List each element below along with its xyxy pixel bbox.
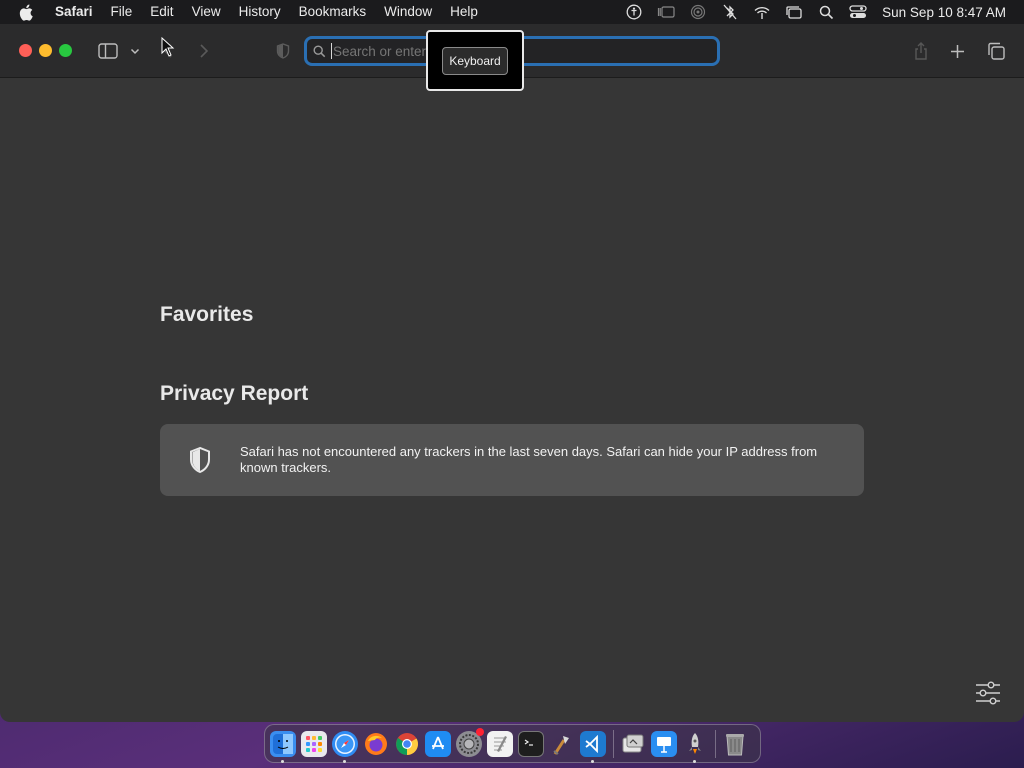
stage-manager-icon[interactable] [650,0,682,24]
app-store-icon[interactable] [425,730,451,757]
keyboard-tooltip: Keyboard [426,30,524,91]
tab-overview-icon[interactable] [985,38,1007,64]
dock-separator [715,729,716,758]
rocket-icon[interactable] [682,731,708,763]
privacy-report-card[interactable]: Safari has not encountered any trackers … [160,424,864,496]
mouse-pointer-icon [161,37,175,57]
airdrop-icon[interactable] [682,0,714,24]
menu-bookmarks[interactable]: Bookmarks [290,0,376,24]
menu-app-name[interactable]: Safari [46,0,102,24]
menu-window[interactable]: Window [375,0,441,24]
keynote-icon[interactable] [651,730,677,757]
finder-icon[interactable] [270,730,296,763]
toolbar: Keyboard [0,24,1024,91]
vscode-icon[interactable] [580,730,606,763]
spotlight-search-icon[interactable] [810,0,842,24]
preview-icon[interactable] [620,731,646,757]
launchpad-icon[interactable] [301,730,327,757]
menu-history[interactable]: History [230,0,290,24]
search-icon [313,44,327,58]
sidebar-toggle-icon[interactable] [96,38,120,64]
privacy-report-text: Safari has not encountered any trackers … [240,444,818,475]
customize-start-page-icon[interactable] [974,680,1002,706]
menu-clock[interactable]: Sun Sep 10 8:47 AM [882,5,1006,20]
dock [264,724,761,763]
menu-bar: Safari File Edit View History Bookmarks … [0,0,1024,24]
system-settings-icon[interactable] [456,727,484,757]
firefox-icon[interactable] [363,731,389,757]
textedit-icon[interactable] [487,730,513,757]
close-window-button[interactable] [19,44,32,57]
chrome-icon[interactable] [394,731,420,757]
trash-icon[interactable] [722,731,748,757]
minimize-window-button[interactable] [39,44,52,57]
favorites-heading: Favorites [160,303,254,326]
menu-file[interactable]: File [102,0,142,24]
apple-menu-icon[interactable] [19,0,35,24]
privacy-shield-icon [160,446,240,474]
status-area: Sun Sep 10 8:47 AM [618,0,1024,24]
dock-separator [613,729,614,758]
menu-view[interactable]: View [183,0,230,24]
tooltip-text: Keyboard [442,46,508,75]
screen-mirroring-icon[interactable] [778,0,810,24]
safari-icon[interactable] [332,730,358,763]
instruments-icon[interactable] [549,731,575,757]
safari-window: Keyboard Favorites Privacy Report Safari… [0,24,1024,722]
menu-edit[interactable]: Edit [141,0,182,24]
privacy-shield-icon[interactable] [273,38,293,64]
bluetooth-off-icon[interactable] [714,0,746,24]
zoom-window-button[interactable] [59,44,72,57]
chevron-down-icon[interactable] [128,38,142,64]
terminal-icon[interactable] [518,730,544,757]
wifi-icon[interactable] [746,0,778,24]
control-center-icon[interactable] [842,0,874,24]
share-icon[interactable] [911,38,931,64]
accessibility-icon[interactable] [618,0,650,24]
forward-button[interactable] [194,38,214,64]
menu-help[interactable]: Help [441,0,487,24]
new-tab-icon[interactable] [947,38,967,64]
privacy-report-heading: Privacy Report [160,382,309,405]
